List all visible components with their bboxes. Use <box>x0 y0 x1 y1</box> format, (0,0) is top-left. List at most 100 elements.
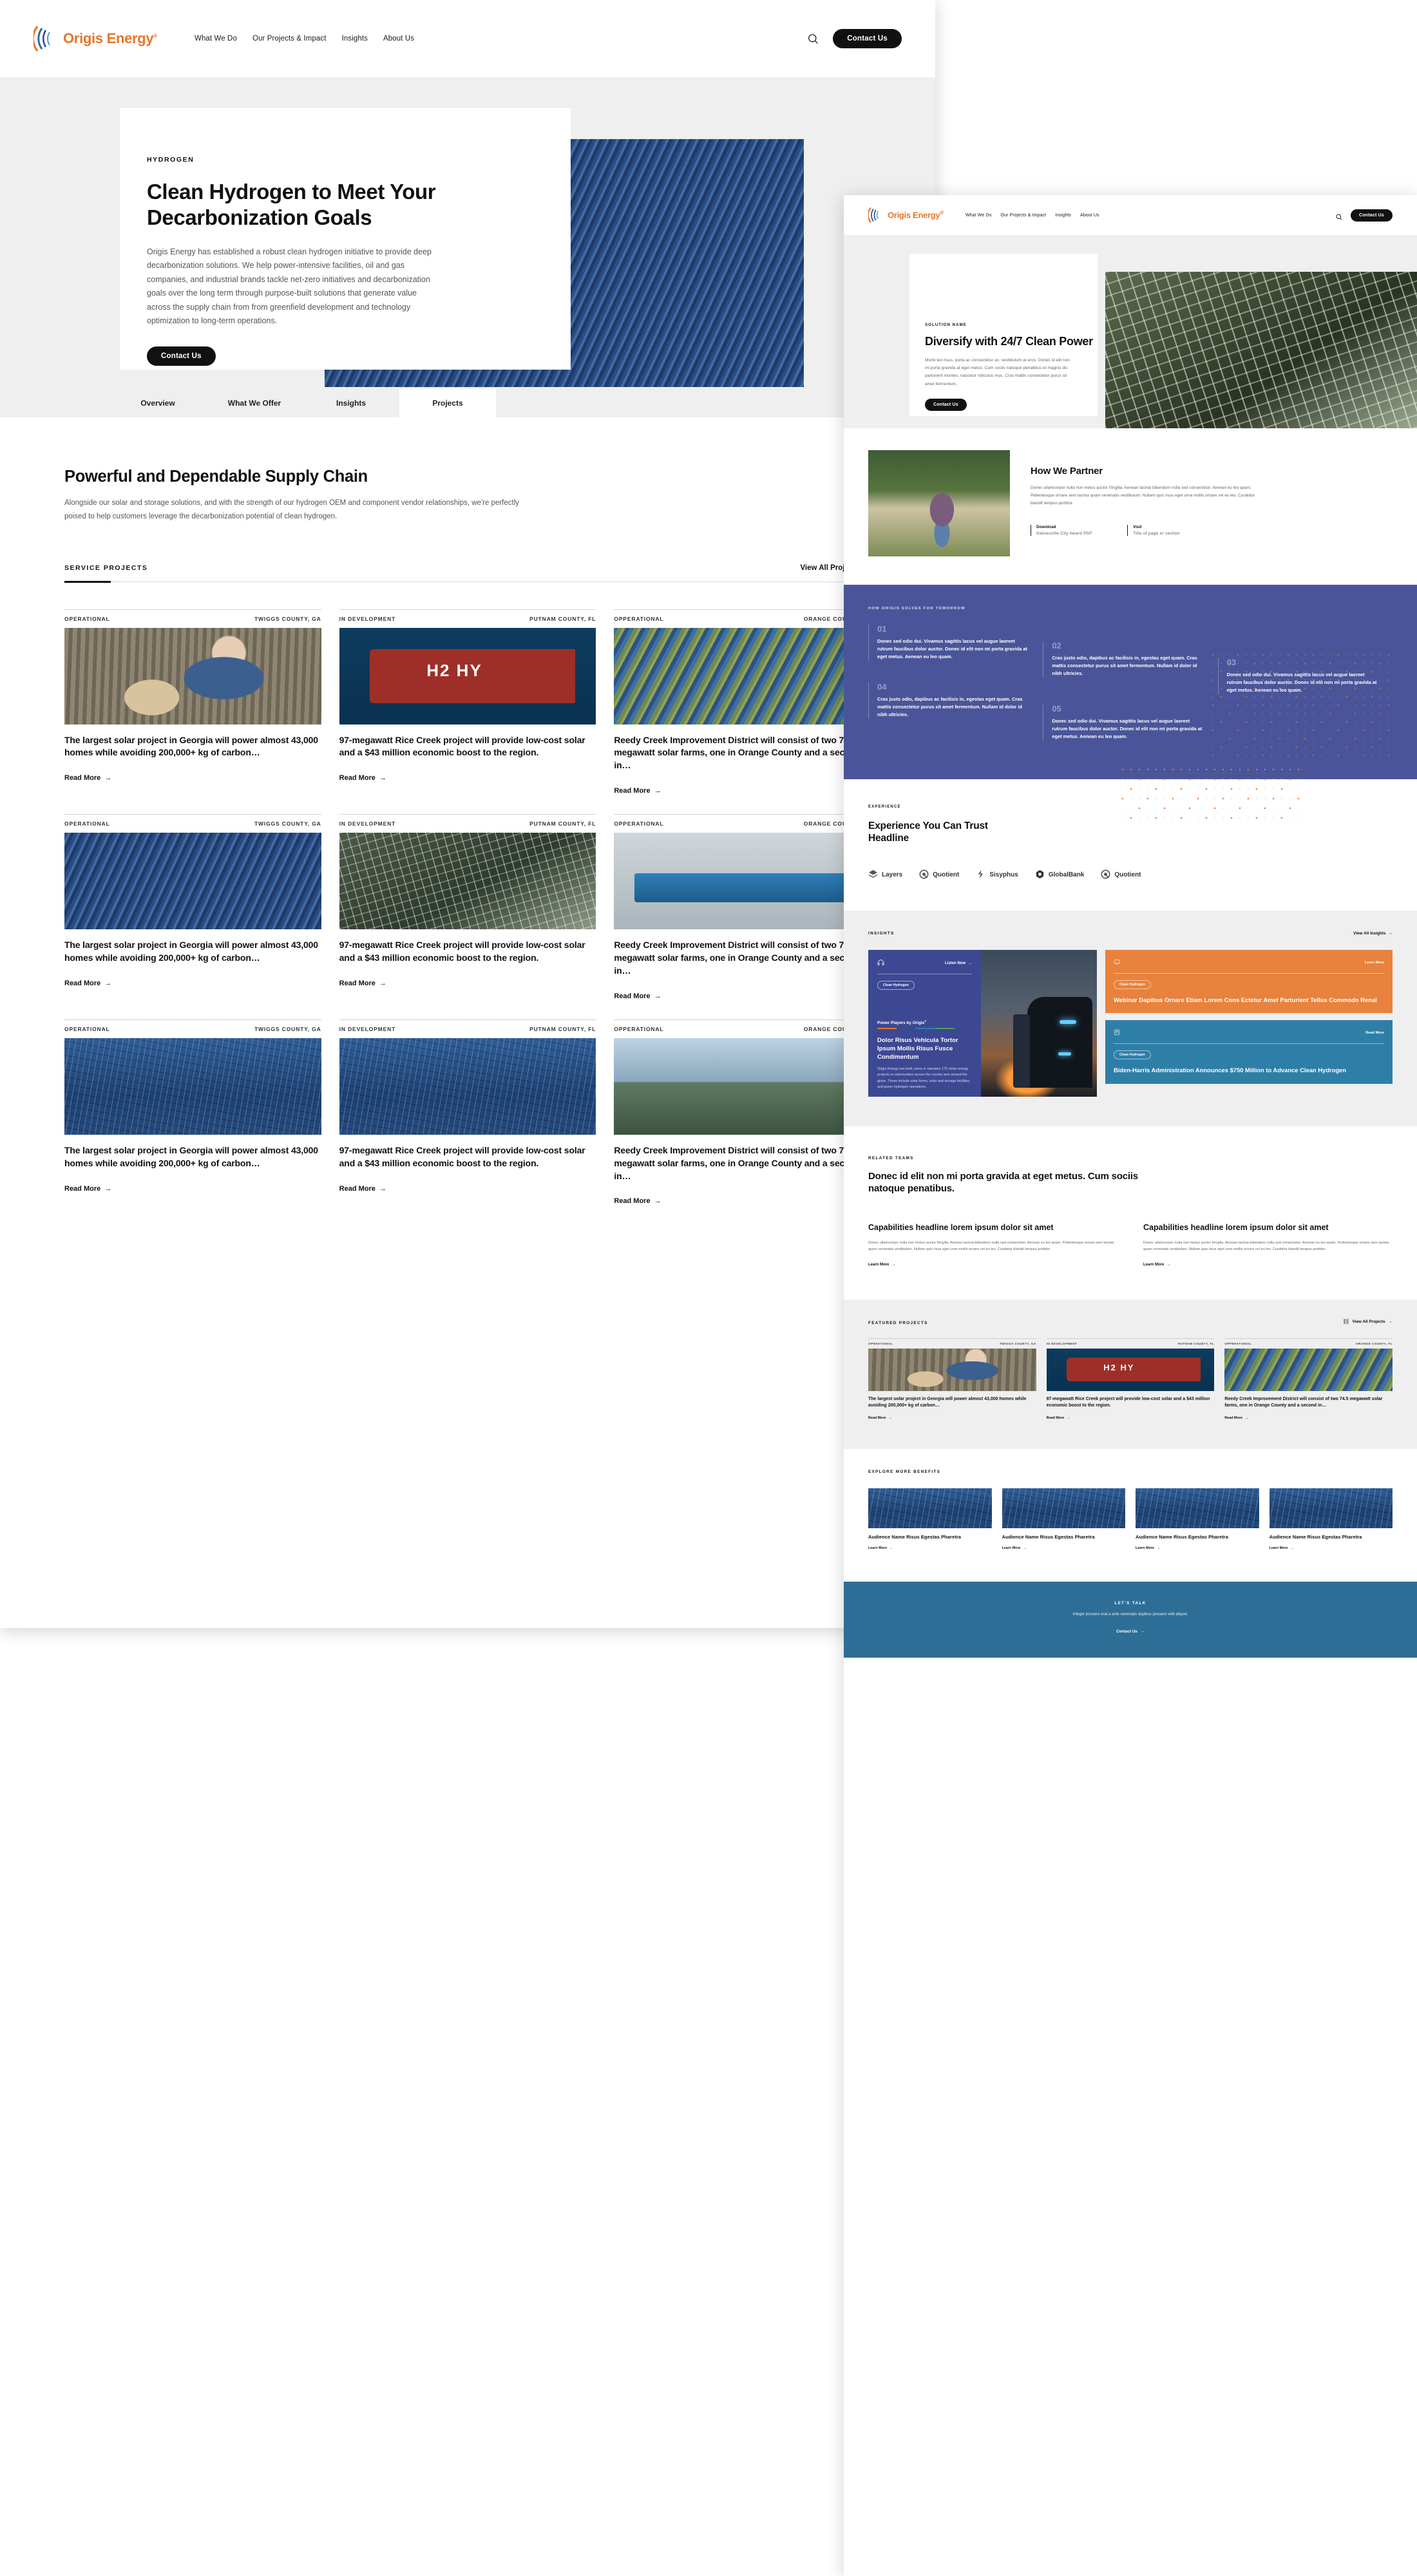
insight-card-webinar[interactable]: Learn More Clean Hydrogen Webinar Dapibu… <box>1105 949 1393 1014</box>
solves-label: HOW ORIGIS SOLVES FOR TOMORROW <box>868 607 965 611</box>
project-title: 97-megawatt Rice Creek project will prov… <box>339 940 585 963</box>
solves-step-05-text: Donec sed odio dui. Vivamus sagittis lac… <box>1052 717 1203 739</box>
project-status: IN DEVELOPMENT <box>339 820 396 828</box>
site-header-secondary: Origis Energy® What We Do Our Projects &… <box>844 195 1417 235</box>
project-read-more-link[interactable]: Read More → <box>64 774 111 782</box>
benefit-image <box>1136 1488 1259 1528</box>
project-read-more-link[interactable]: Read More → <box>64 980 111 987</box>
read-more-label: Read More <box>64 1184 101 1193</box>
read-more-label: Read More <box>614 787 651 795</box>
origis-energy-logo[interactable]: Origis Energy® <box>32 24 157 53</box>
featured-project-read-more[interactable]: Read More → <box>868 1416 892 1420</box>
project-card[interactable]: IN DEVELOPMENT PUTNAM COUNTY, FL 97-megawa… <box>339 814 596 1001</box>
project-title: The largest solar project in Georgia wil… <box>64 734 318 758</box>
nav-item-our-projects-impact-secondary[interactable]: Our Projects & Impact <box>1001 213 1047 218</box>
capability-1-learn-more[interactable]: Learn More → <box>868 1263 895 1267</box>
benefit-card[interactable]: Audience Name Risus Egestas Pharetra Lear… <box>1136 1488 1259 1552</box>
project-card[interactable]: OPERATIONAL TWIGGS COUNTY, GA The largest … <box>64 814 321 1001</box>
insights-section: INSIGHTS View All Insights → Listen Now … <box>844 910 1417 1126</box>
project-card[interactable]: OPERATIONAL TWIGGS COUNTY, GA The largest … <box>64 609 321 797</box>
tab-what-we-offer[interactable]: What We Offer <box>206 389 303 417</box>
hero-contact-us-button[interactable]: Contact Us <box>147 346 216 366</box>
search-icon[interactable] <box>1336 212 1342 220</box>
solves-step-04-number: 04 <box>877 681 887 692</box>
project-card[interactable]: OPPERATIONAL ORANGE COUNTY, FL Reedy Creek… <box>614 814 871 1001</box>
featured-project-card[interactable]: OPERATIONAL TWIGGS COUNTY, GA The largest … <box>868 1338 1036 1422</box>
featured-project-card[interactable]: IN DEVELOPMENT PUTNAM COUNTY, FL H2 HY 97-m… <box>1046 1338 1215 1422</box>
contact-us-button[interactable]: Contact Us <box>833 29 902 48</box>
explore-more-benefits-section: EXPLORE MORE BENEFITS Audience Name Risu… <box>844 1448 1417 1582</box>
solution-hero-section: SOLUTION NAME Diversify with 24/7 Clean … <box>844 235 1417 428</box>
solution-hero-contact-button[interactable]: Contact Us <box>925 398 967 411</box>
arrow-right-icon: → <box>654 1197 661 1206</box>
view-all-projects-link-secondary[interactable]: View All Projects → <box>1344 1318 1393 1325</box>
listen-now-link[interactable]: Listen Now → <box>945 961 972 965</box>
partner-link-visit[interactable]: Visit Title of page or section <box>1127 524 1180 536</box>
project-image <box>64 1037 321 1135</box>
nav-item-insights-secondary[interactable]: Insights <box>1055 213 1071 218</box>
nav-item-what-we-do-secondary[interactable]: What We Do <box>965 213 992 218</box>
project-read-more-link[interactable]: Read More → <box>339 980 386 987</box>
partner-logo-mark-icon <box>976 869 985 881</box>
featured-project-read-more[interactable]: Read More → <box>1047 1416 1070 1420</box>
featured-insight-body: Origis Energy has built, owns or operate… <box>877 1067 971 1089</box>
project-card[interactable]: OPERATIONAL TWIGGS COUNTY, GA The largest … <box>64 1019 321 1207</box>
project-read-more-link[interactable]: Read More → <box>64 1185 111 1193</box>
project-card[interactable]: OPPERATIONAL ORANGE COUNTY, FL Reedy Creek… <box>614 1019 871 1207</box>
benefit-learn-more[interactable]: Learn More → <box>1136 1546 1160 1550</box>
solves-step-02-number: 02 <box>1052 641 1061 650</box>
project-card[interactable]: IN DEVELOPMENT PUTNAM COUNTY, FL H2 HY 97-m… <box>339 609 596 797</box>
search-icon[interactable] <box>808 33 819 44</box>
insight-card-biden-harris[interactable]: Read More Clean Hydrogen Biden-Harris Ad… <box>1105 1020 1393 1084</box>
project-card[interactable]: IN DEVELOPMENT PUTNAM COUNTY, FL 97-megawa… <box>339 1019 596 1207</box>
featured-insight-card[interactable]: Listen Now → Clean Hydrogen Power Player… <box>868 949 1097 1097</box>
tab-insights[interactable]: Insights <box>303 389 399 417</box>
nav-item-about-us[interactable]: About Us <box>383 35 414 43</box>
solves-steps-grid: 01 Donec sed odio dui. Vivamus sagittis … <box>868 625 1393 741</box>
partner-logo-sisyphus: Sisyphus <box>976 869 1018 881</box>
project-read-more-link[interactable]: Read More → <box>614 1197 661 1205</box>
lets-talk-contact-link[interactable]: Contact Us → <box>1116 1629 1145 1634</box>
project-read-more-link[interactable]: Read More → <box>614 787 661 795</box>
project-read-more-link[interactable]: Read More → <box>614 992 661 1000</box>
capability-2-learn-more[interactable]: Learn More → <box>1143 1263 1170 1267</box>
arrow-right-icon: → <box>891 1262 896 1267</box>
insight-card-biden-harris-cta[interactable]: Read More <box>1365 1031 1384 1035</box>
project-read-more-link[interactable]: Read More → <box>339 774 386 782</box>
read-more-label: Read More <box>339 774 376 782</box>
featured-project-read-more[interactable]: Read More → <box>1224 1416 1248 1420</box>
benefit-title: Audience Name Risus Egestas Pharetra <box>1136 1533 1228 1540</box>
contact-us-button-secondary[interactable]: Contact Us <box>1351 209 1393 222</box>
nav-item-what-we-do[interactable]: What We Do <box>195 35 237 43</box>
benefit-card[interactable]: Audience Name Risus Egestas Pharetra Lear… <box>868 1488 992 1552</box>
benefit-card[interactable]: Audience Name Risus Egestas Pharetra Lear… <box>1002 1488 1125 1552</box>
project-card[interactable]: OPPERATIONAL ORANGE COUNTY, FL Reedy Creek… <box>614 609 871 797</box>
benefit-learn-more-label: Learn More <box>1136 1546 1155 1550</box>
benefit-learn-more[interactable]: Learn More → <box>1270 1546 1294 1550</box>
origis-energy-logo-secondary[interactable]: Origis Energy® <box>867 206 944 224</box>
project-image <box>64 627 321 724</box>
nav-item-our-projects-impact[interactable]: Our Projects & Impact <box>252 35 327 43</box>
series-color-bar <box>877 1027 955 1030</box>
benefit-learn-more[interactable]: Learn More → <box>1002 1546 1027 1550</box>
supply-chain-title: Powerful and Dependable Supply Chain <box>64 468 368 486</box>
benefit-learn-more[interactable]: Learn More → <box>868 1546 893 1550</box>
partner-link-download[interactable]: Download Gainesville City Award PDF <box>1031 524 1092 536</box>
project-read-more-link[interactable]: Read More → <box>339 1185 386 1193</box>
tab-projects[interactable]: Projects <box>399 389 496 417</box>
project-location: TWIGGS COUNTY, GA <box>254 820 321 828</box>
project-image <box>339 833 596 930</box>
view-all-insights-link[interactable]: View All Insights → <box>1353 931 1393 936</box>
featured-project-card[interactable]: OPPERATIONAL ORANGE COUNTY, FL Reedy Creek… <box>1224 1338 1393 1422</box>
insight-card-webinar-cta[interactable]: Learn More <box>1365 961 1384 965</box>
read-more-label: Read More <box>339 979 376 987</box>
benefit-card[interactable]: Audience Name Risus Egestas Pharetra Lear… <box>1269 1488 1393 1552</box>
insight-card-biden-harris-title: Biden-Harris Administration Announces $7… <box>1114 1066 1346 1074</box>
partner-logo-label: Sisyphus <box>989 871 1018 879</box>
partner-links: Download Gainesville City Award PDF Visi… <box>1031 524 1262 536</box>
nav-item-insights[interactable]: Insights <box>342 35 368 43</box>
nav-item-about-us-secondary[interactable]: About Us <box>1080 213 1099 218</box>
tab-overview[interactable]: Overview <box>109 389 206 417</box>
hero-title: Clean Hydrogen to Meet Your Decarbonizat… <box>147 180 436 230</box>
featured-insight-image <box>981 949 1097 1097</box>
